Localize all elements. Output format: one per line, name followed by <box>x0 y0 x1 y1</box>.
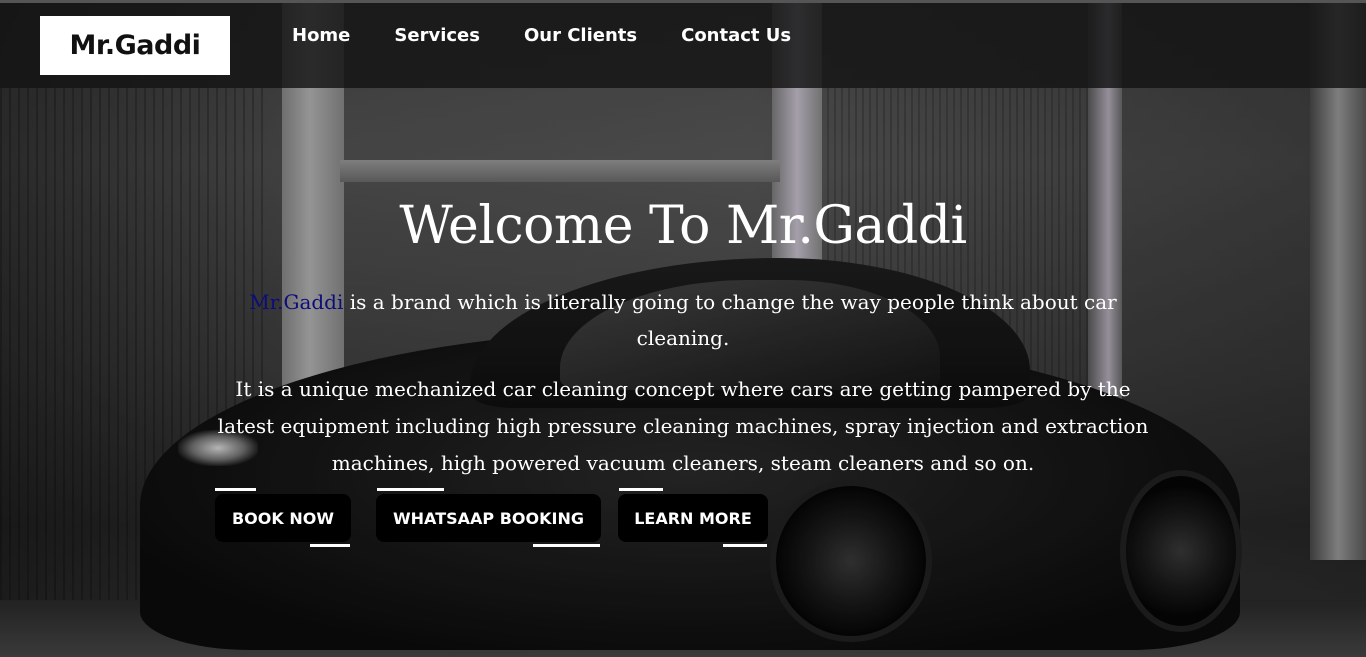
button-accent-line <box>377 488 444 491</box>
button-accent-line <box>215 488 256 491</box>
button-accent-line <box>310 544 350 547</box>
book-now-button[interactable]: BOOK NOW <box>215 494 351 542</box>
brand-link[interactable]: Mr.Gaddi <box>249 290 343 314</box>
hero-description: It is a unique mechanized car cleaning c… <box>217 377 1149 475</box>
hero-section: Welcome To Mr.Gaddi Mr.Gaddi is a brand … <box>0 0 1366 657</box>
hero-title: Welcome To Mr.Gaddi <box>399 196 967 256</box>
button-accent-line <box>533 544 600 547</box>
hero-intro-text: is a brand which is literally going to c… <box>343 290 1117 350</box>
button-accent-line <box>619 488 663 491</box>
hero-intro: Mr.Gaddi is a brand which is literally g… <box>215 284 1151 356</box>
whatsapp-booking-button[interactable]: WHATSAAP BOOKING <box>376 494 601 542</box>
page: Mr.Gaddi Home Services Our Clients Conta… <box>0 0 1366 657</box>
learn-more-button[interactable]: LEARN MORE <box>618 494 768 542</box>
button-accent-line <box>723 544 767 547</box>
